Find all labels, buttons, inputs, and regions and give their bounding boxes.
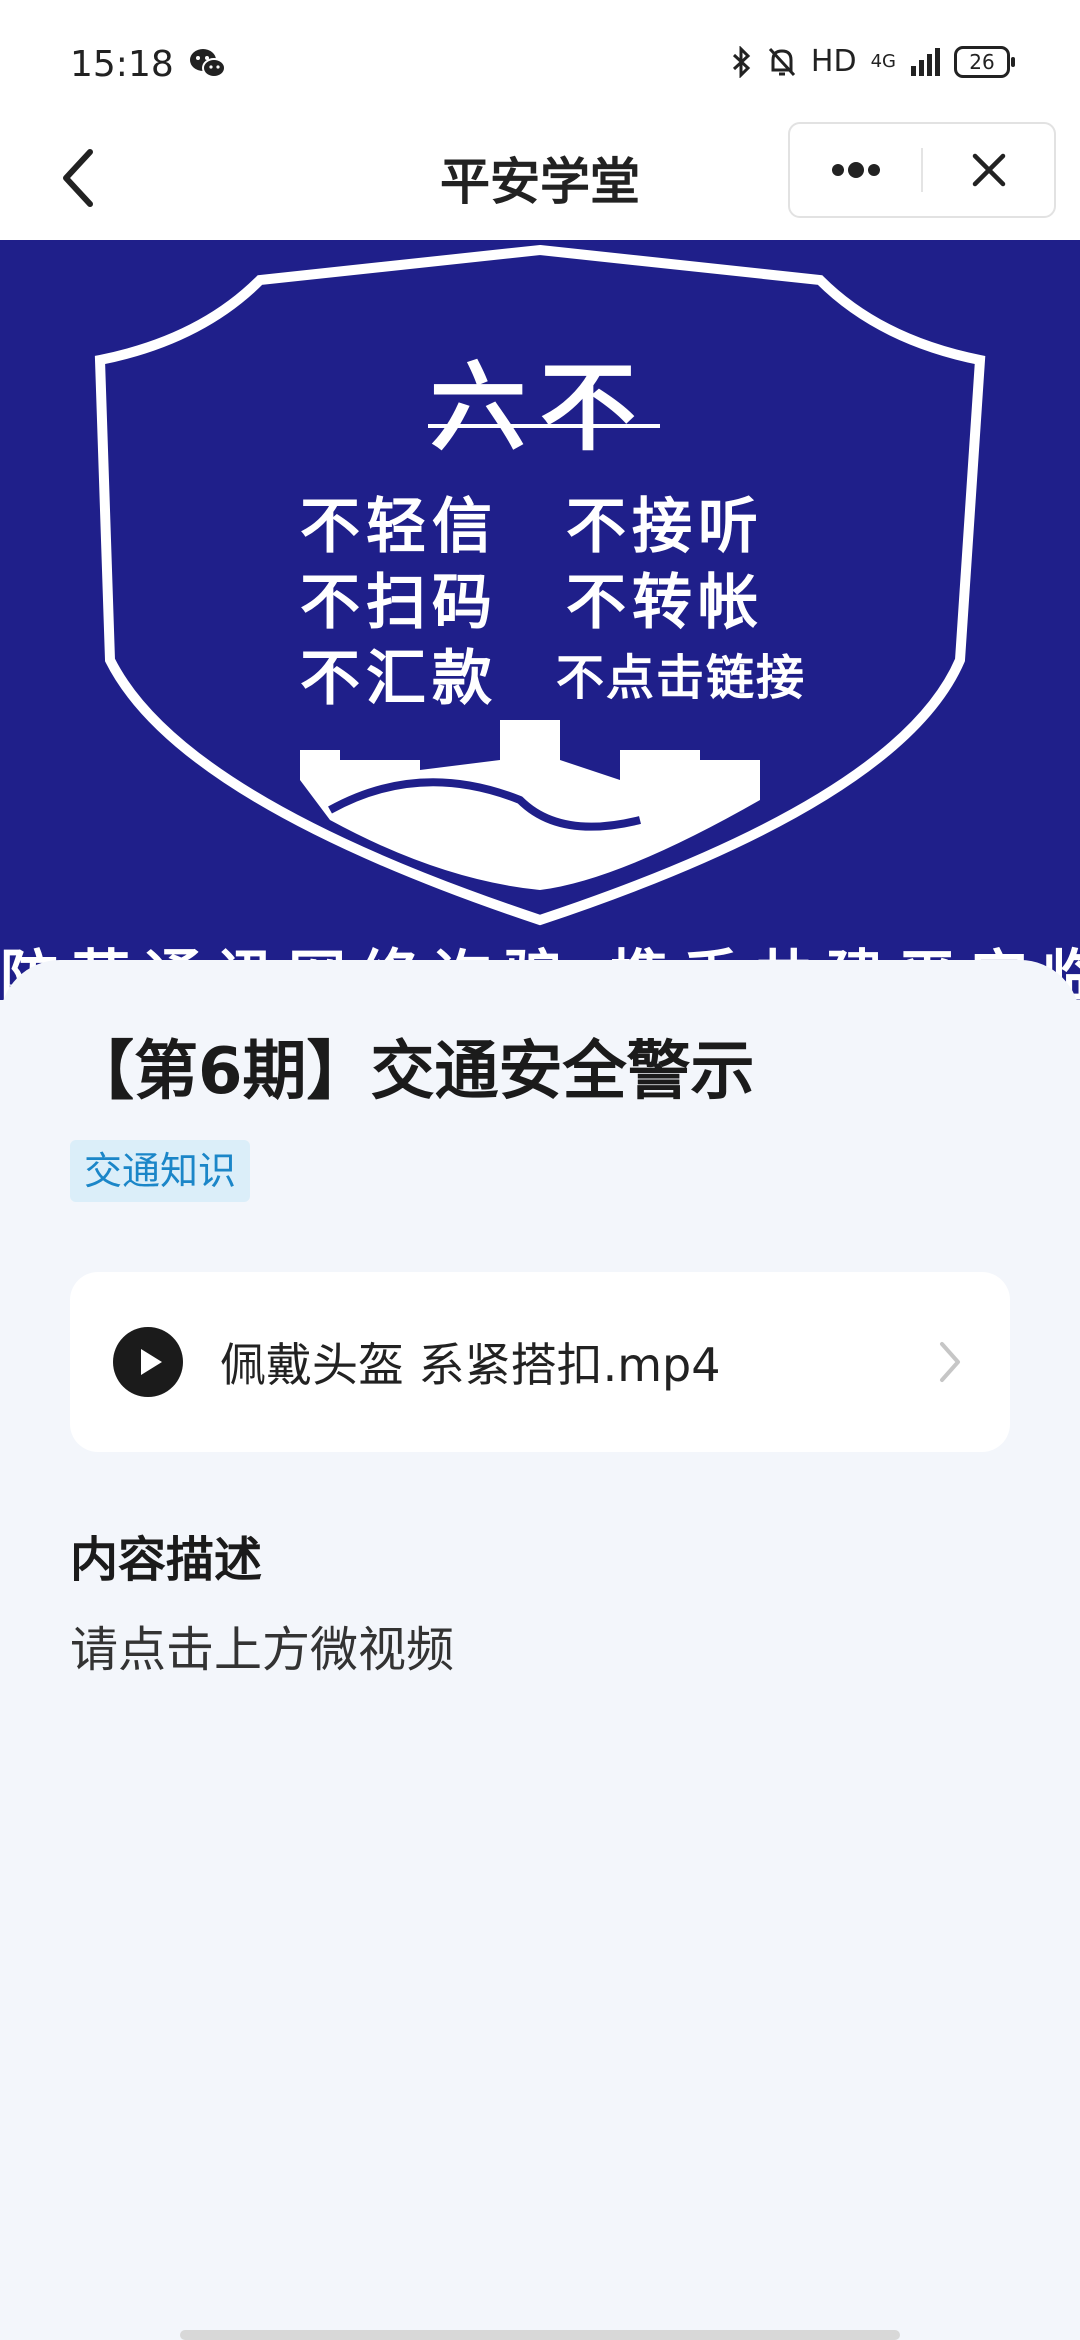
- bell-muted-icon: [768, 47, 796, 76]
- content-sheet: 【第6期】交通安全警示 交通知识 佩戴头盔 系紧搭扣.mp4 内容描述 请点击上…: [0, 960, 1080, 2340]
- play-icon: [113, 1327, 183, 1397]
- banner-rule: 不接听: [566, 492, 764, 562]
- network-label: 4G: [870, 51, 896, 72]
- status-icons: HD 4G 26: [731, 44, 1015, 79]
- banner-rule: 不点击链接: [556, 650, 807, 706]
- hd-label: HD: [810, 44, 857, 79]
- miniprogram-capsule: [788, 122, 1056, 218]
- home-indicator[interactable]: [180, 2330, 900, 2340]
- description-label: 内容描述: [70, 1532, 263, 1588]
- battery-icon: 26: [954, 45, 1015, 78]
- video-item[interactable]: 佩戴头盔 系紧搭扣.mp4: [70, 1272, 1010, 1452]
- battery-level: 26: [969, 49, 995, 74]
- banner-title: 六不: [430, 352, 650, 464]
- status-bar: 15:18 HD 4G 26: [0, 0, 1080, 120]
- banner-rule: 不扫码: [300, 568, 498, 638]
- more-button[interactable]: [790, 124, 921, 216]
- more-dots-icon: [831, 162, 880, 178]
- wechat-icon: [190, 49, 226, 78]
- banner-rule: 不转帐: [566, 568, 764, 638]
- banner-rule: 不汇款: [300, 644, 498, 714]
- banner-rule: 不轻信: [300, 492, 498, 562]
- chevron-right-icon: [940, 1342, 960, 1382]
- signal-icon: [911, 47, 940, 76]
- banner-title-underline: [428, 424, 660, 428]
- close-icon: [972, 153, 1005, 187]
- bluetooth-icon: [732, 45, 751, 78]
- nav-bar: 平安学堂: [0, 120, 1080, 240]
- article-title: 【第6期】交通安全警示: [70, 1035, 755, 1109]
- banner-image: 六不 不轻信 不接听 不扫码 不转帐 不汇款 不点击链接 防范通讯网络诈骗 携手…: [0, 240, 1080, 1000]
- close-button[interactable]: [923, 124, 1054, 216]
- description-text: 请点击上方微视频: [70, 1622, 455, 1678]
- status-time: 15:18: [70, 44, 174, 85]
- video-filename: 佩戴头盔 系紧搭扣.mp4: [220, 1338, 721, 1392]
- category-tag: 交通知识: [70, 1140, 251, 1202]
